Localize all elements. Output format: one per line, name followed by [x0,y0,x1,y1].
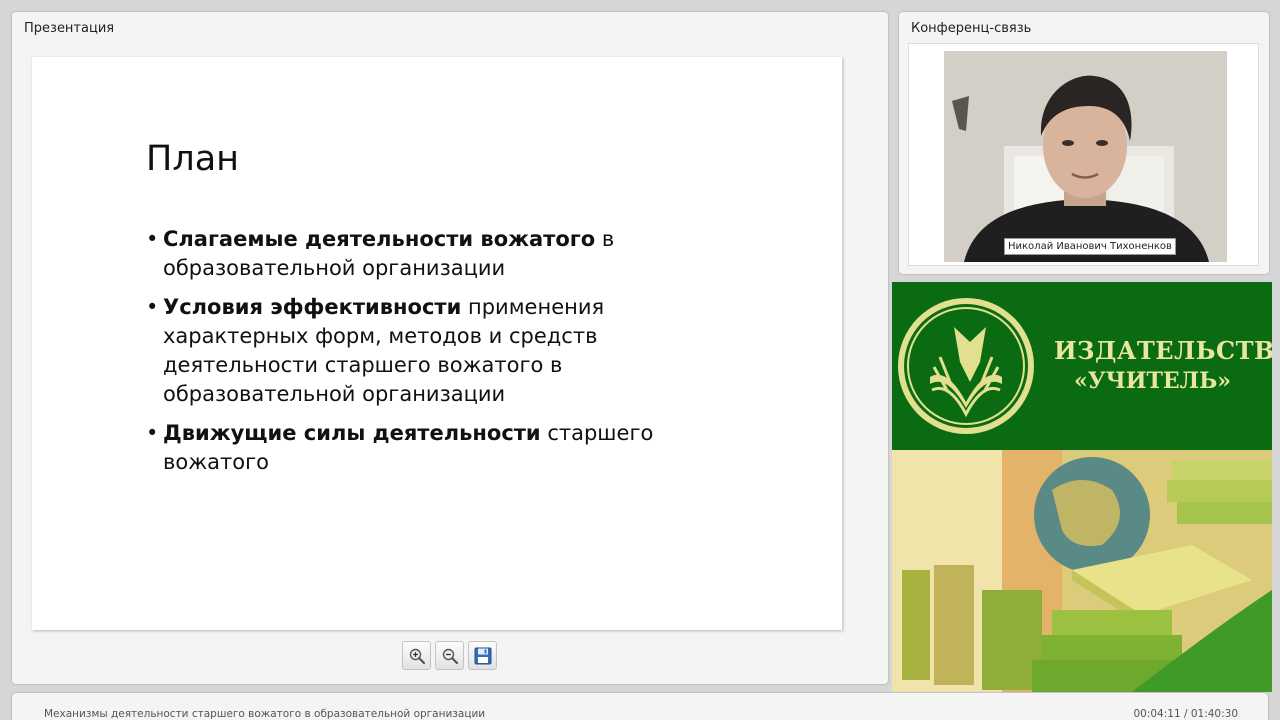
slide-bullet-bold: Условия эффективности [163,295,462,319]
slide-bullet: Условия эффективности применения характе… [146,293,666,409]
publisher-banner[interactable]: ИЗДАТЕЛЬСТВО «УЧИТЕЛЬ» [892,282,1272,692]
books-globe-illustration [892,450,1272,692]
zoom-out-icon [442,648,458,664]
footer-bar: Механизмы деятельности старшего вожатого… [12,693,1268,720]
slide-bullet-list: Слагаемые деятельности вожатого в образо… [146,225,666,487]
zoom-out-button[interactable] [435,641,464,670]
speaker-name-label: Николай Иванович Тихоненков [1004,238,1176,255]
video-frame: Николай Иванович Тихоненков [908,43,1259,266]
publisher-banner-image [892,450,1272,692]
presentation-panel: Презентация План Слагаемые деятельности … [12,12,888,684]
publisher-banner-header: ИЗДАТЕЛЬСТВО «УЧИТЕЛЬ» [892,282,1272,450]
zoom-in-button[interactable] [402,641,431,670]
publisher-name-line2: «УЧИТЕЛЬ» [1074,368,1231,394]
conference-panel-title: Конференц-связь [911,21,1032,36]
slide-toolbar [402,641,497,670]
publisher-logo-icon [898,298,1034,434]
speaker-video[interactable]: Николай Иванович Тихоненков [944,51,1227,262]
playback-time: 00:04:11 / 01:40:30 [1133,708,1238,720]
publisher-name-line1: ИЗДАТЕЛЬСТВО [1054,336,1272,365]
floppy-disk-icon [474,647,491,664]
slide-heading: План [146,139,240,179]
slide-bullet: Движущие силы деятельности старшего вожа… [146,419,666,477]
presentation-slide: План Слагаемые деятельности вожатого в о… [32,57,842,630]
slide-bullet: Слагаемые деятельности вожатого в образо… [146,225,666,283]
webinar-title: Механизмы деятельности старшего вожатого… [44,708,486,720]
slide-bullet-bold: Слагаемые деятельности вожатого [163,227,596,251]
zoom-in-icon [409,648,425,664]
save-button[interactable] [468,641,497,670]
speaker-video-image [944,51,1227,262]
slide-bullet-bold: Движущие силы деятельности [163,421,541,445]
presentation-panel-title: Презентация [24,21,115,36]
conference-panel: Конференц-связь Николай Иванович Тихонен… [899,12,1269,274]
